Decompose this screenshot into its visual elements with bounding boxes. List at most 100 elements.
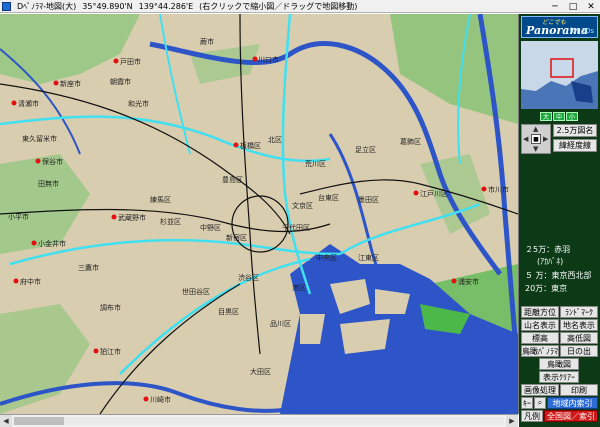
map-label: 川口市 [258,55,279,64]
map-label: 新宿区 [226,233,247,242]
key-button[interactable]: ｷｰ [521,397,533,409]
zoom-medium-button[interactable]: 中 [553,112,565,121]
image-processing-button[interactable]: 画像処理 [521,384,559,396]
map-label: 狛江市 [100,347,121,356]
city-marker [451,278,457,284]
city-marker [13,278,19,284]
map-label: 板橋区 [240,141,261,150]
legend-button[interactable]: 凡例 [521,410,543,422]
map-svg[interactable]: 戸田市 川口市 蕨市 新座市 朝霞市 和光市 清瀬市 東久留米市 保谷市 田無市… [0,14,518,414]
control-panel: どこでも Panorama for 20s 大 中 小 ▲ ▼ ◀ ▶ ■ 2.… [519,14,600,427]
city-marker [11,100,17,106]
map-label: 渋谷区 [238,273,259,282]
grid-lines-button[interactable]: 緯経度線 [553,139,597,152]
zoom-buttons: 大 中 小 [540,112,578,121]
landmark-button[interactable]: ﾗﾝﾄﾞﾏｰｸ [560,306,598,318]
city-marker [481,186,487,192]
overview-map[interactable] [521,41,598,109]
sunrise-button[interactable]: 日の出 [560,345,598,357]
clear-display-button[interactable]: 表示ｸﾘｱｰ [539,371,579,383]
panorama-logo: どこでも Panorama for 20s [521,16,598,38]
national-map-index-button[interactable]: 全国図／索引 [544,410,598,422]
city-marker [35,158,41,164]
map-label: 足立区 [355,145,376,154]
close-button[interactable]: ✕ [582,0,600,13]
area-index-button[interactable]: 地域内索引 [547,397,598,409]
map-25k-name-button[interactable]: 2.5万図名 [553,124,597,137]
arrow-left-icon[interactable]: ◀ [523,135,528,143]
map-label: 府中市 [20,277,41,286]
profile-button[interactable]: 高低図 [560,332,598,344]
scroll-thumb[interactable] [14,417,64,425]
zoom-small-button[interactable]: 小 [566,112,578,121]
map-label: 目黒区 [218,308,239,316]
print-button[interactable]: 印刷 [560,384,598,396]
latitude-readout: 35°49.890'N [82,1,133,11]
info-25k: ２5万：赤羽 [525,245,571,254]
longitude-readout: 139°44.286'E [138,1,194,11]
elevation-button[interactable]: 標高 [521,332,559,344]
city-marker [111,214,117,220]
map-label: 杉並区 [160,217,181,226]
city-marker [233,142,239,148]
bird-panorama-button[interactable]: 鳥瞰ﾊﾟﾉﾗﾏ [521,345,559,357]
map-label: 東久留米市 [22,134,57,143]
birdview-button[interactable]: 鳥瞰図 [539,358,579,370]
arrow-up-icon[interactable]: ▲ [533,125,538,133]
city-marker [53,80,59,86]
map-label: 調布市 [100,303,121,312]
city-marker [31,240,37,246]
map-label: 品川区 [270,320,291,328]
search-icon[interactable]: ⌕ [534,397,546,409]
city-marker [252,56,258,62]
arrow-right-icon[interactable]: ▶ [543,135,548,143]
map-label: 蕨市 [200,37,214,46]
map-canvas[interactable]: 戸田市 川口市 蕨市 新座市 朝霞市 和光市 清瀬市 東久留米市 保谷市 田無市… [0,14,519,414]
city-marker [413,190,419,196]
place-name-button[interactable]: 地名表示 [560,319,598,331]
map-label: 武蔵野市 [118,213,146,222]
map-label: 大田区 [250,367,271,376]
status-bar: ◀ ▶ [0,414,518,427]
arrow-down-icon[interactable]: ▼ [533,145,538,153]
map-label: 小平市 [8,212,29,221]
window-controls: ─ □ ✕ [546,0,600,13]
minimize-button[interactable]: ─ [546,0,564,13]
map-label: 墨田区 [358,196,379,204]
city-marker [143,396,149,402]
distance-button[interactable]: 距離方位 [521,306,559,318]
info-200k: 20万：東京 [525,284,568,293]
app-title: Dﾍﾟﾉﾗﾏ-地図(大) [17,1,77,11]
scroll-left-icon[interactable]: ◀ [0,415,12,427]
map-label: 葛飾区 [400,137,421,146]
title-bar: Dﾍﾟﾉﾗﾏ-地図(大) 35°49.890'N 139°44.286'E (右… [0,0,600,13]
map-label: 豊島区 [222,175,243,184]
logo-subtitle: for 20s [569,27,594,35]
map-label: 川崎市 [150,395,171,404]
map-label: 世田谷区 [182,287,210,296]
scroll-right-icon[interactable]: ▶ [506,415,518,427]
map-label: 保谷市 [42,157,63,166]
zoom-large-button[interactable]: 大 [540,112,552,121]
app-icon [2,1,11,11]
map-label: 北区 [268,136,282,144]
map-hint: (右クリックで縮小図／ドラッグで地図移動) [199,1,358,11]
map-label: 練馬区 [150,195,171,204]
horizontal-scrollbar[interactable]: ◀ ▶ [0,415,518,427]
scroll-track[interactable] [14,417,504,425]
mountain-name-button[interactable]: 山名表示 [521,319,559,331]
maximize-button[interactable]: □ [564,0,582,13]
map-label: 浦安市 [458,277,479,286]
map-label: 清瀬市 [18,99,39,108]
map-label: 三鷹市 [78,263,99,272]
center-button[interactable]: ■ [531,134,541,144]
map-label: 港区 [292,283,306,292]
overview-map-svg[interactable] [521,41,598,109]
direction-pad[interactable]: ▲ ▼ ◀ ▶ ■ [521,124,551,154]
map-label: 和光市 [128,99,149,108]
map-label: 台東区 [318,193,339,202]
map-label: 新座市 [60,79,81,88]
city-marker [113,58,119,64]
map-label: 荒川区 [305,159,326,168]
map-label: 朝霞市 [110,77,131,86]
